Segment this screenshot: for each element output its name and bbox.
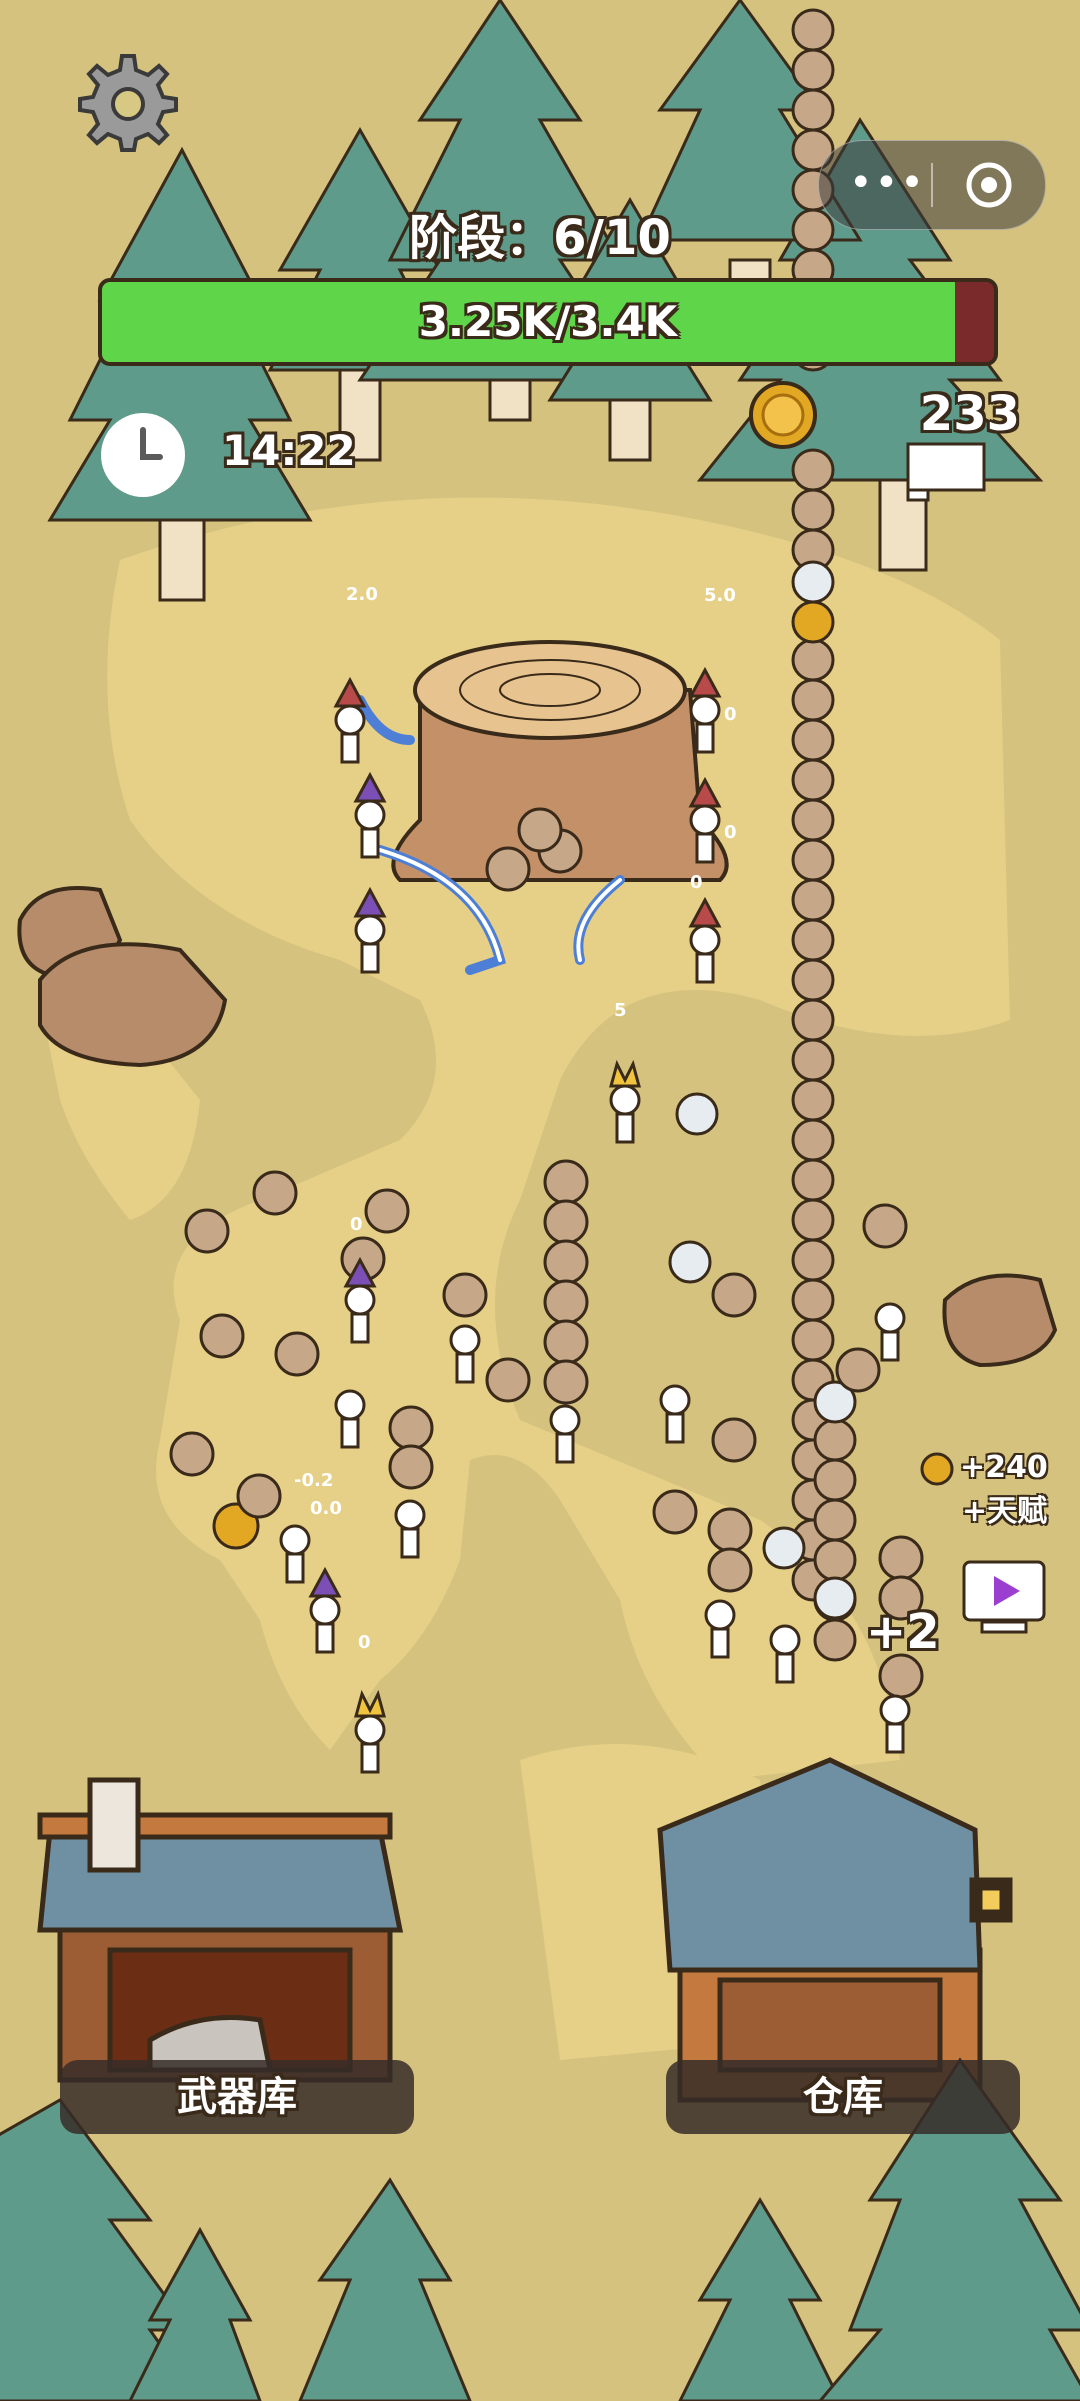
talent-reward[interactable]: +240 +天赋	[920, 1450, 1050, 1530]
gain-popup: +2	[866, 1604, 940, 1660]
settings-button[interactable]	[78, 52, 178, 152]
damage-number: -0.2	[294, 1470, 334, 1491]
damage-number: 0	[690, 872, 703, 893]
damage-number: 0.0	[310, 1498, 342, 1519]
flag-icon	[906, 442, 986, 502]
clock-icon	[101, 413, 185, 497]
mini-program-capsule: •••	[818, 140, 1046, 230]
armory-button[interactable]: 武器库	[60, 2060, 414, 2134]
armory-building	[37, 1777, 404, 2083]
capsule-divider	[931, 163, 933, 207]
progress-label: 3.25K/3.4K	[418, 297, 678, 346]
damage-number: 0	[724, 704, 737, 725]
countdown-timer: 14:22	[222, 426, 356, 475]
coin-icon	[920, 1452, 954, 1486]
damage-number: 5	[614, 1000, 627, 1021]
damage-number: 5.0	[704, 585, 736, 606]
damage-number: 0	[350, 1214, 363, 1235]
warehouse-button[interactable]: 仓库	[666, 2060, 1020, 2134]
stage-progress-bar: 3.25K/3.4K	[98, 278, 998, 366]
video-ad-button[interactable]	[962, 1560, 1046, 1636]
damage-number: 0	[358, 1632, 371, 1653]
damage-number: 2.0	[346, 584, 378, 605]
stage-label: 阶段：6/10	[409, 210, 671, 266]
talent-amount: +240	[960, 1450, 1048, 1485]
talent-label: +天赋	[962, 1494, 1048, 1529]
coin-icon	[749, 381, 817, 449]
more-icon[interactable]: •••	[849, 163, 924, 207]
target-icon[interactable]	[965, 161, 1013, 209]
gear-icon	[78, 54, 178, 152]
damage-number: 0	[724, 822, 737, 843]
